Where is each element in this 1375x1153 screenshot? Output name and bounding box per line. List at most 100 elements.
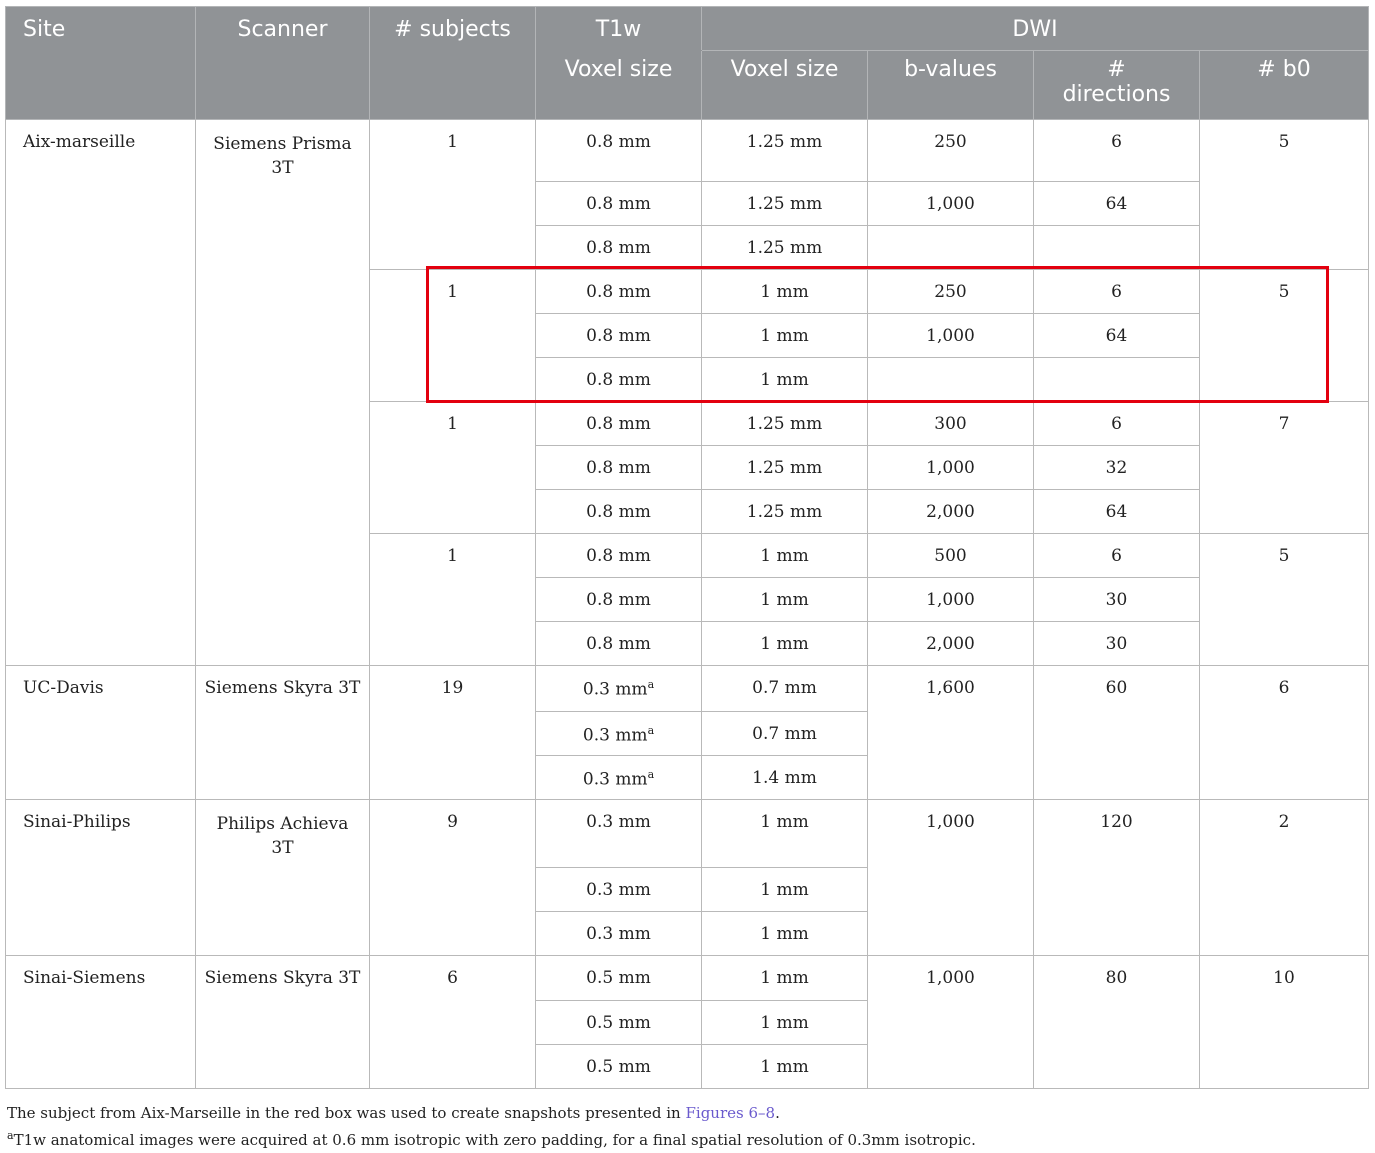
footnote-1: The subject from Aix-Marseille in the re… bbox=[7, 1104, 780, 1122]
dwi-voxel-cell: 1 mm bbox=[701, 577, 868, 622]
bvalue-cell: 300 bbox=[867, 401, 1034, 446]
header-dwi-voxel: Voxel size bbox=[701, 50, 868, 120]
bvalue-cell: 1,000 bbox=[867, 577, 1034, 622]
table-row: Sinai-Siemens Siemens Skyra 3T 6 0.5 mm … bbox=[5, 955, 1369, 1089]
b0-cell: 2 bbox=[1199, 799, 1369, 956]
table-header: Site Scanner # subjects T1w DWI Voxel si… bbox=[5, 6, 1369, 120]
bvalue-cell: 250 bbox=[867, 119, 1034, 182]
directions-cell: 120 bbox=[1033, 799, 1200, 956]
directions-cell: 64 bbox=[1033, 181, 1200, 226]
dwi-voxel-cell: 1 mm bbox=[701, 1044, 868, 1089]
dwi-voxel-cell: 1.4 mm bbox=[701, 755, 868, 800]
footnote-marker: a bbox=[647, 768, 655, 781]
dwi-voxel-cell: 0.7 mm bbox=[701, 665, 868, 712]
t1w-voxel-cell: 0.8 mm bbox=[535, 445, 702, 490]
footnote-1-text: The subject from Aix-Marseille in the re… bbox=[7, 1104, 686, 1122]
directions-cell: 80 bbox=[1033, 955, 1200, 1089]
b0-cell: 10 bbox=[1199, 955, 1369, 1089]
t1w-voxel-cell: 0.8 mm bbox=[535, 577, 702, 622]
dwi-voxel-cell: 1.25 mm bbox=[701, 445, 868, 490]
bvalue-cell: 2,000 bbox=[867, 489, 1034, 534]
header-directions-hash: # bbox=[1107, 57, 1126, 82]
scanner-sp-line2: 3T bbox=[271, 838, 294, 858]
t1w-voxel-cell: 0.3 mma bbox=[535, 665, 702, 712]
header-b0: # b0 bbox=[1199, 50, 1369, 120]
directions-cell: 64 bbox=[1033, 313, 1200, 358]
b0-cell: 5 bbox=[1199, 269, 1369, 402]
table-row: UC-Davis Siemens Skyra 3T 19 0.3 mma 0.7… bbox=[5, 665, 1369, 800]
header-t1w-voxel: Voxel size bbox=[535, 50, 702, 120]
dwi-voxel-cell: 1.25 mm bbox=[701, 225, 868, 270]
t1w-voxel-cell: 0.3 mm bbox=[535, 911, 702, 956]
subjects-cell: 6 bbox=[369, 955, 536, 1089]
b0-cell: 5 bbox=[1199, 533, 1369, 666]
subjects-cell: 9 bbox=[369, 799, 536, 956]
directions-cell bbox=[1033, 357, 1200, 402]
t1w-voxel-cell: 0.3 mma bbox=[535, 711, 702, 756]
scanner-aix-line2: 3T bbox=[271, 158, 294, 178]
bvalue-cell: 2,000 bbox=[867, 621, 1034, 666]
site-aix: Aix-marseille bbox=[5, 119, 196, 666]
subjects-cell: 1 bbox=[369, 401, 536, 534]
t1w-voxel-cell: 0.5 mm bbox=[535, 1044, 702, 1089]
t1w-voxel-cell: 0.8 mm bbox=[535, 225, 702, 270]
header-t1w: T1w bbox=[535, 6, 702, 51]
t1w-voxel-value: 0.3 mm bbox=[582, 679, 648, 700]
t1w-voxel-cell: 0.8 mm bbox=[535, 313, 702, 358]
footnote-marker: a bbox=[647, 678, 655, 691]
subjects-cell: 19 bbox=[369, 665, 536, 800]
directions-cell: 30 bbox=[1033, 621, 1200, 666]
dwi-voxel-cell: 1 mm bbox=[701, 1000, 868, 1045]
dwi-voxel-cell: 1 mm bbox=[701, 955, 868, 1001]
dwi-voxel-cell: 1.25 mm bbox=[701, 181, 868, 226]
subjects-cell: 1 bbox=[369, 119, 536, 270]
t1w-voxel-cell: 0.3 mm bbox=[535, 867, 702, 912]
t1w-voxel-cell: 0.5 mm bbox=[535, 1000, 702, 1045]
directions-cell: 6 bbox=[1033, 401, 1200, 446]
bvalue-cell: 1,000 bbox=[867, 181, 1034, 226]
scanner-ss: Siemens Skyra 3T bbox=[195, 955, 370, 1089]
b0-cell: 5 bbox=[1199, 119, 1369, 270]
dwi-voxel-cell: 0.7 mm bbox=[701, 711, 868, 756]
scanner-parameters-table: Site Scanner # subjects T1w DWI Voxel si… bbox=[5, 6, 1369, 1089]
dwi-voxel-cell: 1.25 mm bbox=[701, 401, 868, 446]
t1w-voxel-cell: 0.8 mm bbox=[535, 489, 702, 534]
dwi-voxel-cell: 1.25 mm bbox=[701, 489, 868, 534]
bvalue-cell: 500 bbox=[867, 533, 1034, 578]
header-directions-word: directions bbox=[1062, 82, 1171, 107]
directions-cell: 32 bbox=[1033, 445, 1200, 490]
table-row: Sinai-Philips Philips Achieva 3T 9 0.3 mm… bbox=[5, 799, 1369, 956]
dwi-voxel-cell: 1.25 mm bbox=[701, 119, 868, 182]
directions-cell bbox=[1033, 225, 1200, 270]
table-body: Aix-marseille Siemens Prisma 3T 1 0.8 mm … bbox=[5, 119, 1369, 1089]
header-directions: # directions bbox=[1033, 50, 1200, 120]
dwi-voxel-cell: 1 mm bbox=[701, 867, 868, 912]
t1w-voxel-value: 0.3 mm bbox=[582, 725, 648, 746]
scanner-ucd: Siemens Skyra 3T bbox=[195, 665, 370, 800]
bvalue-cell: 1,600 bbox=[867, 665, 1034, 800]
footnote-2-text: T1w anatomical images were acquired at 0… bbox=[13, 1131, 976, 1149]
dwi-voxel-cell: 1 mm bbox=[701, 533, 868, 578]
bvalue-cell bbox=[867, 357, 1034, 402]
footnote-1-end: . bbox=[775, 1104, 780, 1122]
header-bvalues: b-values bbox=[867, 50, 1034, 120]
directions-cell: 30 bbox=[1033, 577, 1200, 622]
scanner-aix-line1: Siemens Prisma bbox=[213, 134, 352, 154]
figures-link[interactable]: Figures 6–8 bbox=[685, 1104, 775, 1122]
directions-cell: 6 bbox=[1033, 269, 1200, 314]
t1w-voxel-cell: 0.3 mm bbox=[535, 799, 702, 868]
dwi-voxel-cell: 1 mm bbox=[701, 357, 868, 402]
t1w-voxel-value: 0.3 mm bbox=[582, 769, 648, 790]
bvalue-cell: 1,000 bbox=[867, 799, 1034, 956]
b0-cell: 7 bbox=[1199, 401, 1369, 534]
dwi-voxel-cell: 1 mm bbox=[701, 799, 868, 868]
directions-cell: 60 bbox=[1033, 665, 1200, 800]
footnote-2: aT1w anatomical images were acquired at … bbox=[7, 1129, 976, 1149]
t1w-voxel-cell: 0.8 mm bbox=[535, 401, 702, 446]
scanner-sp: Philips Achieva 3T bbox=[195, 799, 370, 956]
t1w-voxel-cell: 0.8 mm bbox=[535, 269, 702, 314]
header-site: Site bbox=[5, 6, 196, 120]
scanner-sp-line1: Philips Achieva bbox=[216, 814, 349, 834]
directions-cell: 6 bbox=[1033, 119, 1200, 182]
site-ss: Sinai-Siemens bbox=[5, 955, 196, 1089]
